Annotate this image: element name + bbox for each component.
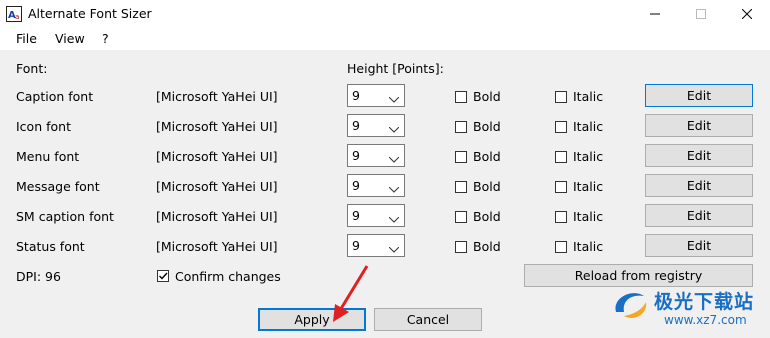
chevron-down-icon — [388, 151, 400, 166]
row-label: SM caption font — [16, 209, 114, 224]
font-header: Font: — [16, 61, 48, 76]
reload-button[interactable]: Reload from registry — [524, 264, 753, 287]
height-header: Height [Points]: — [347, 61, 444, 76]
app-icon[interactable]: A a — [6, 6, 22, 22]
watermark-url: www.xz7.com — [664, 313, 747, 327]
italic-checkbox[interactable] — [555, 211, 567, 223]
height-value: 9 — [352, 118, 360, 133]
edit-button[interactable]: Edit — [645, 114, 753, 137]
edit-button[interactable]: Edit — [645, 174, 753, 197]
italic-label: Italic — [573, 209, 604, 224]
italic-label: Italic — [573, 239, 604, 254]
bold-checkbox[interactable] — [455, 151, 467, 163]
confirm-checkbox[interactable] — [157, 270, 169, 282]
height-select[interactable]: 9 — [347, 234, 405, 257]
bold-label: Bold — [473, 119, 501, 134]
row-label: Message font — [16, 179, 100, 194]
bold-label: Bold — [473, 179, 501, 194]
watermark-brand: 极光下载站 — [654, 291, 755, 313]
bold-label: Bold — [473, 209, 501, 224]
italic-checkbox[interactable] — [555, 151, 567, 163]
bold-checkbox[interactable] — [455, 181, 467, 193]
chevron-down-icon — [388, 181, 400, 196]
edit-button[interactable]: Edit — [645, 234, 753, 257]
italic-checkbox[interactable] — [555, 121, 567, 133]
edit-button[interactable]: Edit — [645, 204, 753, 227]
height-value: 9 — [352, 88, 360, 103]
menu-file[interactable]: File — [16, 31, 37, 46]
height-select[interactable]: 9 — [347, 204, 405, 227]
edit-button[interactable]: Edit — [645, 84, 753, 107]
bold-label: Bold — [473, 239, 501, 254]
height-select[interactable]: 9 — [347, 174, 405, 197]
menu-bar — [0, 28, 770, 50]
red-arrow-icon — [333, 265, 369, 322]
watermark-logo-icon — [615, 293, 647, 319]
font-value: [Microsoft YaHei UI] — [156, 209, 278, 224]
bold-checkbox[interactable] — [455, 121, 467, 133]
menu-help[interactable]: ? — [102, 31, 109, 46]
height-value: 9 — [352, 178, 360, 193]
menu-view[interactable]: View — [55, 31, 85, 46]
row-label: Caption font — [16, 89, 94, 104]
bold-label: Bold — [473, 89, 501, 104]
window-title: Alternate Font Sizer — [28, 6, 152, 21]
edit-button[interactable]: Edit — [645, 144, 753, 167]
italic-checkbox[interactable] — [555, 91, 567, 103]
maximize-icon[interactable] — [678, 0, 724, 28]
chevron-down-icon — [388, 91, 400, 106]
bold-checkbox[interactable] — [455, 91, 467, 103]
minimize-icon[interactable] — [632, 0, 678, 28]
font-value: [Microsoft YaHei UI] — [156, 149, 278, 164]
height-value: 9 — [352, 238, 360, 253]
svg-text:a: a — [15, 13, 19, 21]
bold-checkbox[interactable] — [455, 241, 467, 253]
height-select[interactable]: 9 — [347, 114, 405, 137]
italic-label: Italic — [573, 89, 604, 104]
font-value: [Microsoft YaHei UI] — [156, 89, 278, 104]
chevron-down-icon — [388, 211, 400, 226]
italic-label: Italic — [573, 179, 604, 194]
confirm-label: Confirm changes — [175, 269, 281, 284]
bold-label: Bold — [473, 149, 501, 164]
font-value: [Microsoft YaHei UI] — [156, 239, 278, 254]
row-label: Status font — [16, 239, 85, 254]
font-value: [Microsoft YaHei UI] — [156, 119, 278, 134]
chevron-down-icon — [388, 241, 400, 256]
row-label: Icon font — [16, 119, 71, 134]
close-icon[interactable] — [724, 0, 770, 28]
height-select[interactable]: 9 — [347, 144, 405, 167]
height-value: 9 — [352, 148, 360, 163]
chevron-down-icon — [388, 121, 400, 136]
height-select[interactable]: 9 — [347, 84, 405, 107]
cancel-button[interactable]: Cancel — [374, 308, 482, 331]
font-value: [Microsoft YaHei UI] — [156, 179, 278, 194]
italic-checkbox[interactable] — [555, 181, 567, 193]
italic-label: Italic — [573, 149, 604, 164]
row-label: Menu font — [16, 149, 80, 164]
checkmark-icon — [159, 272, 168, 280]
italic-checkbox[interactable] — [555, 241, 567, 253]
bold-checkbox[interactable] — [455, 211, 467, 223]
italic-label: Italic — [573, 119, 604, 134]
height-value: 9 — [352, 208, 360, 223]
dpi-label: DPI: 96 — [16, 269, 61, 284]
